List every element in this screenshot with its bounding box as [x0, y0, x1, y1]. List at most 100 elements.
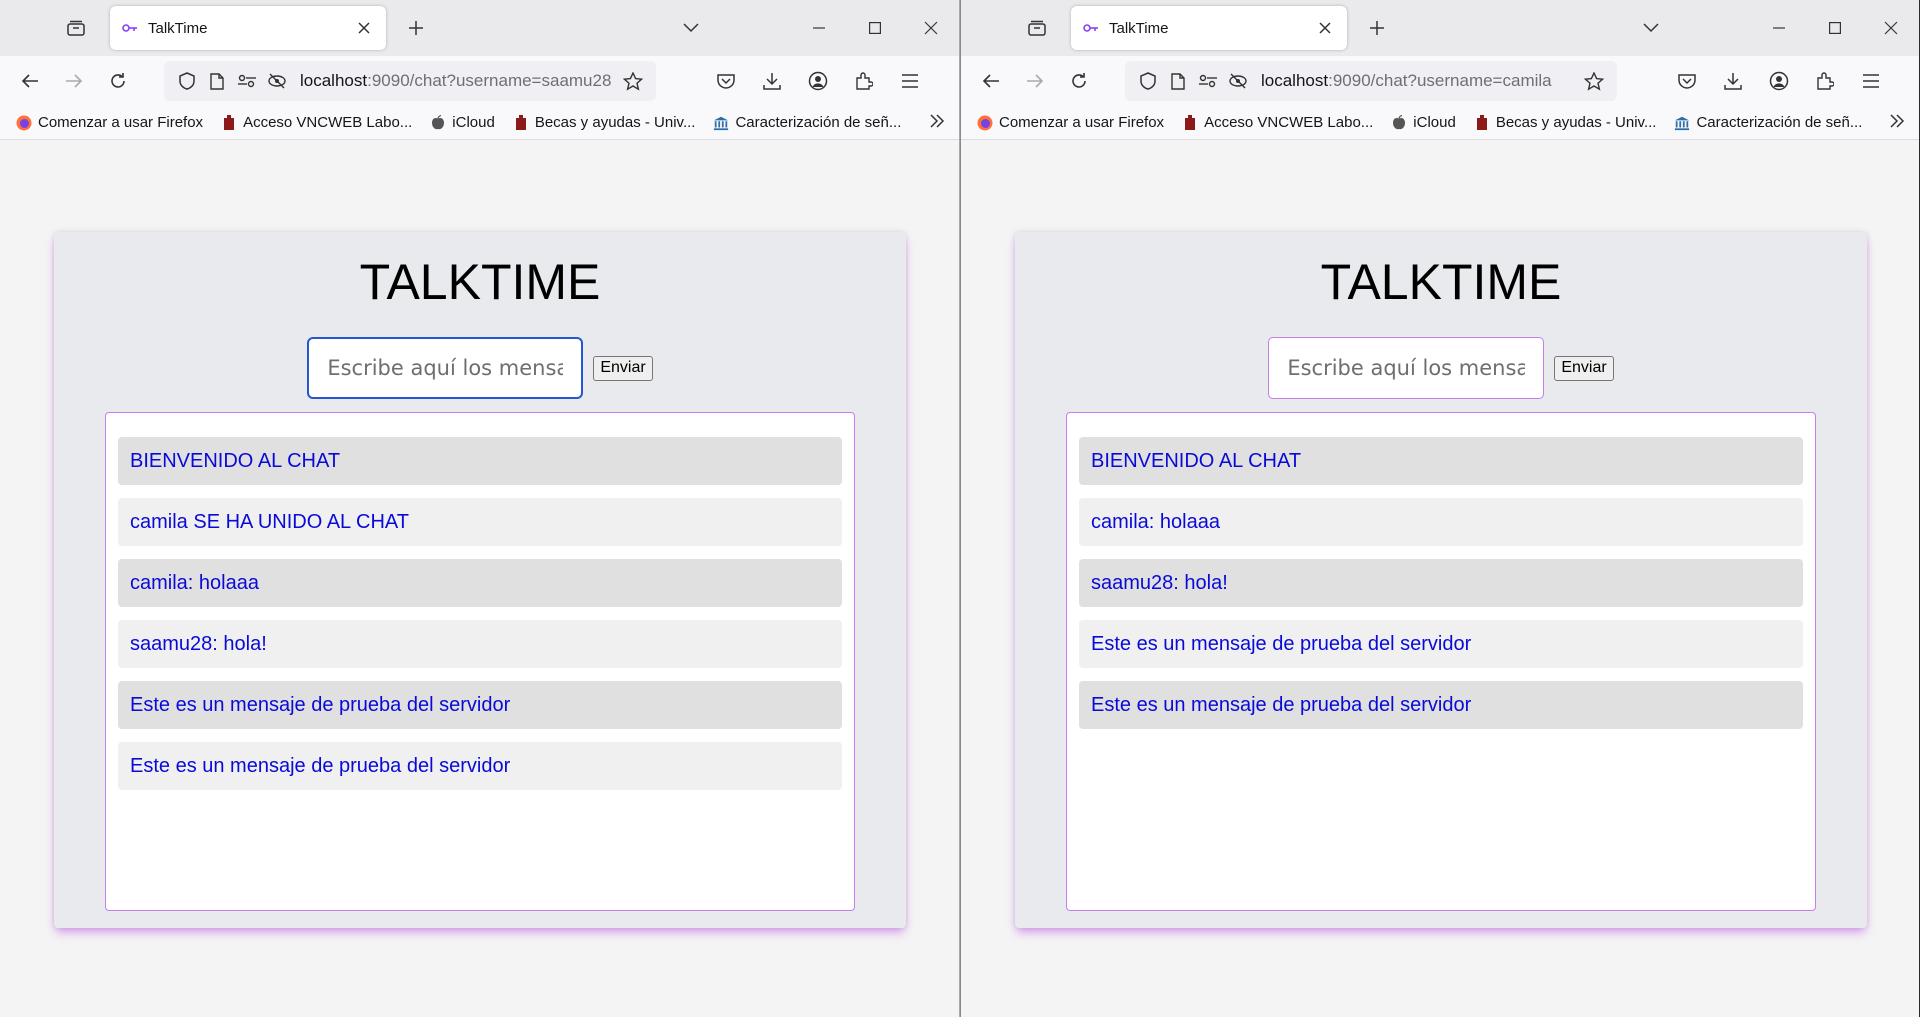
double-chevron-right-icon[interactable] [929, 113, 945, 134]
bookmark-item[interactable]: iCloud [430, 114, 495, 131]
bookmark-item[interactable]: Comenzar a usar Firefox [16, 114, 203, 131]
account-icon[interactable] [798, 61, 838, 101]
key-icon [1083, 20, 1099, 36]
shield-icon[interactable] [1133, 72, 1163, 90]
window-controls [671, 0, 959, 56]
star-icon[interactable] [1579, 71, 1609, 91]
reload-icon[interactable] [1059, 61, 1099, 101]
tab-list-icon[interactable] [1017, 8, 1057, 48]
tracking-blocked-icon[interactable] [262, 72, 292, 90]
double-chevron-right-icon[interactable] [1889, 113, 1905, 134]
message-input[interactable] [1268, 337, 1545, 399]
nav-bar: localhost:9090/chat?username=camila [961, 56, 1919, 106]
browser-window-right: TalkTime localhost:9090/chat?username=ca… [960, 0, 1919, 1017]
chat-container: TALKTIME Enviar BIENVENIDO AL CHAT camil… [54, 232, 906, 928]
send-button[interactable]: Enviar [593, 355, 653, 381]
screen: TalkTime localhost:9090/chat?username=sa… [0, 0, 1920, 1017]
tracking-blocked-icon[interactable] [1223, 72, 1253, 90]
window-close-icon[interactable] [903, 0, 959, 56]
page-content: TALKTIME Enviar BIENVENIDO AL CHAT camil… [0, 140, 959, 1017]
download-icon[interactable] [1713, 61, 1753, 101]
bookmark-label: Comenzar a usar Firefox [999, 114, 1165, 131]
shield-icon[interactable] [172, 72, 202, 90]
pocket-icon[interactable] [706, 61, 746, 101]
menu-icon[interactable] [1851, 61, 1891, 101]
bookmark-item[interactable]: Caracterización de señ... [713, 114, 901, 131]
apple-icon [1391, 114, 1407, 131]
new-tab-icon[interactable] [1359, 10, 1395, 46]
bookmark-item[interactable]: Acceso VNCWEB Labo... [221, 114, 412, 131]
apple-icon [430, 114, 446, 131]
back-icon[interactable] [971, 61, 1011, 101]
bookmark-label: Comenzar a usar Firefox [38, 114, 204, 131]
url-text[interactable]: localhost:9090/chat?username=camila [1261, 71, 1579, 91]
star-icon[interactable] [618, 71, 648, 91]
url-bar[interactable]: localhost:9090/chat?username=camila [1125, 61, 1617, 101]
window-close-icon[interactable] [1863, 0, 1919, 56]
new-tab-icon[interactable] [398, 10, 434, 46]
crest-icon [513, 114, 529, 131]
nav-bar: localhost:9090/chat?username=saamu28 [0, 56, 959, 106]
institution-icon [1674, 115, 1690, 131]
url-text[interactable]: localhost:9090/chat?username=saamu28 [300, 71, 618, 91]
bookmark-label: Caracterización de señ... [1696, 114, 1863, 131]
close-icon[interactable] [1315, 18, 1335, 38]
page-icon[interactable] [1163, 72, 1193, 90]
bookmark-label: Acceso VNCWEB Labo... [1204, 114, 1374, 131]
firefox-icon [977, 115, 993, 131]
message-item: camila: holaaa [118, 559, 842, 607]
tab-list-icon[interactable] [56, 8, 96, 48]
menu-icon[interactable] [890, 61, 930, 101]
minimize-icon[interactable] [791, 0, 847, 56]
extensions-icon[interactable] [1805, 61, 1845, 101]
bookmark-item[interactable]: Comenzar a usar Firefox [977, 114, 1164, 131]
send-button[interactable]: Enviar [1554, 355, 1614, 381]
tab-title: TalkTime [1109, 19, 1169, 37]
extensions-icon[interactable] [844, 61, 884, 101]
permissions-icon[interactable] [232, 74, 262, 88]
back-icon[interactable] [10, 61, 50, 101]
crest-icon [1474, 114, 1490, 131]
maximize-icon[interactable] [847, 0, 903, 56]
minimize-icon[interactable] [1751, 0, 1807, 56]
message-item: Este es un mensaje de prueba del servido… [118, 681, 842, 729]
forward-icon[interactable] [1015, 61, 1055, 101]
reload-icon[interactable] [98, 61, 138, 101]
url-host: localhost [300, 71, 368, 90]
app-title: TALKTIME [359, 254, 601, 310]
message-item: Este es un mensaje de prueba del servido… [1079, 681, 1803, 729]
close-icon[interactable] [354, 18, 374, 38]
message-item: camila SE HA UNIDO AL CHAT [118, 498, 842, 546]
bookmark-label: Caracterización de señ... [735, 114, 902, 131]
message-item: Este es un mensaje de prueba del servido… [1079, 620, 1803, 668]
bookmark-item[interactable]: Becas y ayudas - Univ... [1474, 114, 1657, 131]
key-icon [122, 20, 138, 36]
toolbar-right [1667, 61, 1897, 101]
forward-icon[interactable] [54, 61, 94, 101]
bookmark-label: Acceso VNCWEB Labo... [243, 114, 413, 131]
permissions-icon[interactable] [1193, 74, 1223, 88]
chevron-down-icon[interactable] [1631, 8, 1671, 48]
url-bar[interactable]: localhost:9090/chat?username=saamu28 [164, 61, 656, 101]
messages-list[interactable]: BIENVENIDO AL CHAT camila: holaaa saamu2… [1066, 412, 1816, 911]
account-icon[interactable] [1759, 61, 1799, 101]
chevron-down-icon[interactable] [671, 8, 711, 48]
url-path: :9090/chat?username=camila [1328, 71, 1552, 90]
pocket-icon[interactable] [1667, 61, 1707, 101]
url-path: :9090/chat?username=saamu28 [367, 71, 612, 90]
bookmark-item[interactable]: Becas y ayudas - Univ... [513, 114, 695, 131]
download-icon[interactable] [752, 61, 792, 101]
bookmark-label: iCloud [1413, 114, 1456, 131]
message-input[interactable] [307, 337, 584, 399]
bookmark-item[interactable]: Caracterización de señ... [1674, 114, 1862, 131]
input-row: Enviar [1015, 336, 1867, 400]
bookmark-item[interactable]: iCloud [1391, 114, 1456, 131]
firefox-icon [16, 115, 32, 131]
messages-list[interactable]: BIENVENIDO AL CHAT camila SE HA UNIDO AL… [105, 412, 855, 911]
bookmark-label: Becas y ayudas - Univ... [1495, 114, 1657, 131]
tab-talktime[interactable]: TalkTime [110, 6, 386, 50]
maximize-icon[interactable] [1807, 0, 1863, 56]
page-icon[interactable] [202, 72, 232, 90]
bookmark-item[interactable]: Acceso VNCWEB Labo... [1182, 114, 1373, 131]
tab-talktime[interactable]: TalkTime [1071, 6, 1347, 50]
